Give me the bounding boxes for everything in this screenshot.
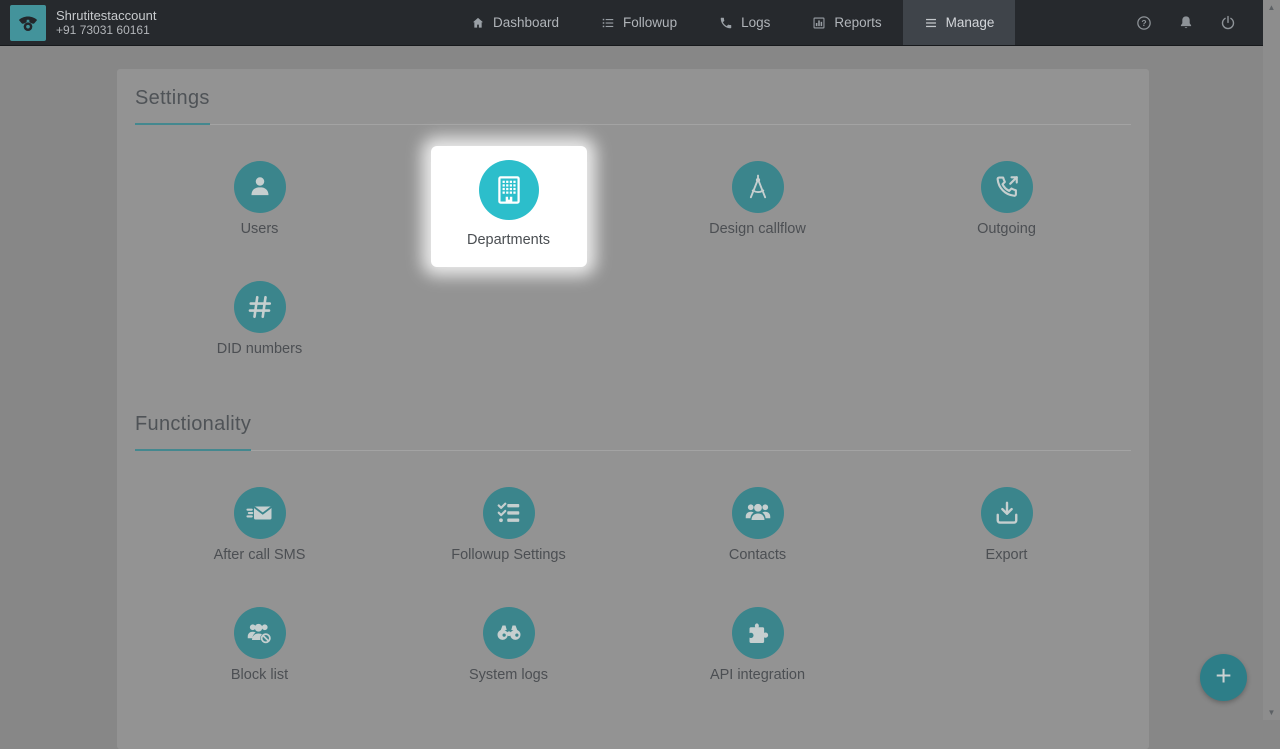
- user-icon: [234, 161, 286, 213]
- scrollbar[interactable]: ▲ ▼: [1263, 0, 1280, 720]
- section-title: Functionality: [135, 413, 251, 451]
- tile-label: Departments: [424, 232, 594, 248]
- tile-label: DID numbers: [175, 341, 345, 357]
- section-title: Settings: [135, 87, 210, 125]
- nav-item-reports[interactable]: Reports: [791, 0, 902, 45]
- list-icon: [601, 16, 615, 30]
- account-phone: +91 73031 60161: [56, 23, 156, 38]
- tile-outgoing[interactable]: Outgoing: [922, 161, 1092, 239]
- puzzle-icon: [732, 607, 784, 659]
- tile-departments[interactable]: Departments: [424, 161, 594, 239]
- scroll-up-icon[interactable]: ▲: [1263, 3, 1280, 12]
- app-logo-icon: [10, 5, 46, 41]
- tile-followup-settings[interactable]: Followup Settings: [424, 487, 594, 565]
- nav-item-logs[interactable]: Logs: [698, 0, 791, 45]
- manage-panel: Settings Users Departments Design callflow O…: [117, 69, 1149, 749]
- bar-chart-icon: [812, 16, 826, 30]
- sms-icon: [234, 487, 286, 539]
- tile-label: After call SMS: [175, 547, 345, 563]
- tile-label: Block list: [175, 667, 345, 683]
- add-button[interactable]: +: [1200, 654, 1247, 701]
- tile-label: Export: [922, 547, 1092, 563]
- outgoing-call-icon: [981, 161, 1033, 213]
- hash-icon: [234, 281, 286, 333]
- tile-after-call-sms[interactable]: After call SMS: [175, 487, 345, 565]
- tile-label: Contacts: [673, 547, 843, 563]
- tile-grid: After call SMS Followup Settings Contacts E…: [135, 487, 1131, 685]
- power-icon[interactable]: [1219, 14, 1237, 32]
- nav-item-followup[interactable]: Followup: [580, 0, 698, 45]
- section-functionality: Functionality After call SMS Followup Sett…: [135, 395, 1131, 685]
- tile-did-numbers[interactable]: DID numbers: [175, 281, 345, 359]
- tile-design-callflow[interactable]: Design callflow: [673, 161, 843, 239]
- phone-icon: [719, 16, 733, 30]
- tile-label: Outgoing: [922, 221, 1092, 237]
- tile-label: Followup Settings: [424, 547, 594, 563]
- tile-label: Design callflow: [673, 221, 843, 237]
- tile-export[interactable]: Export: [922, 487, 1092, 565]
- tile-label: API integration: [673, 667, 843, 683]
- tile-block-list[interactable]: Block list: [175, 607, 345, 685]
- tile-contacts[interactable]: Contacts: [673, 487, 843, 565]
- nav-label: Logs: [741, 15, 770, 30]
- tile-label: Users: [175, 221, 345, 237]
- nav-label: Reports: [834, 15, 881, 30]
- tile-grid: Users Departments Design callflow Outgoing D…: [135, 161, 1131, 359]
- bell-icon[interactable]: [1177, 14, 1195, 32]
- nav-label: Followup: [623, 15, 677, 30]
- home-icon: [471, 16, 485, 30]
- help-icon[interactable]: ?: [1135, 14, 1153, 32]
- svg-text:?: ?: [1141, 18, 1146, 28]
- navbar-actions: ?: [1135, 14, 1263, 32]
- blocked-users-icon: [234, 607, 286, 659]
- account-name: Shrutitestaccount: [56, 8, 156, 23]
- download-icon: [981, 487, 1033, 539]
- nav-item-manage[interactable]: Manage: [903, 0, 1016, 45]
- checklist-icon: [483, 487, 535, 539]
- contacts-icon: [732, 487, 784, 539]
- building-icon: [479, 160, 539, 220]
- menu-icon: [924, 16, 938, 30]
- top-navbar: Shrutitestaccount +91 73031 60161 Dashbo…: [0, 0, 1263, 46]
- account-brand[interactable]: Shrutitestaccount +91 73031 60161: [0, 5, 300, 41]
- section-settings: Settings Users Departments Design callflow O…: [135, 69, 1131, 359]
- section-header: Functionality: [135, 413, 1131, 451]
- compass-icon: [732, 161, 784, 213]
- tile-api-integration[interactable]: API integration: [673, 607, 843, 685]
- nav-label: Manage: [946, 15, 995, 30]
- binoculars-icon: [483, 607, 535, 659]
- nav-label: Dashboard: [493, 15, 559, 30]
- tile-label: System logs: [424, 667, 594, 683]
- scroll-down-icon[interactable]: ▼: [1263, 708, 1280, 717]
- tile-users[interactable]: Users: [175, 161, 345, 239]
- nav-item-dashboard[interactable]: Dashboard: [450, 0, 580, 45]
- tile-system-logs[interactable]: System logs: [424, 607, 594, 685]
- section-header: Settings: [135, 87, 1131, 125]
- main-nav: Dashboard Followup Logs Reports Manage: [450, 0, 1015, 45]
